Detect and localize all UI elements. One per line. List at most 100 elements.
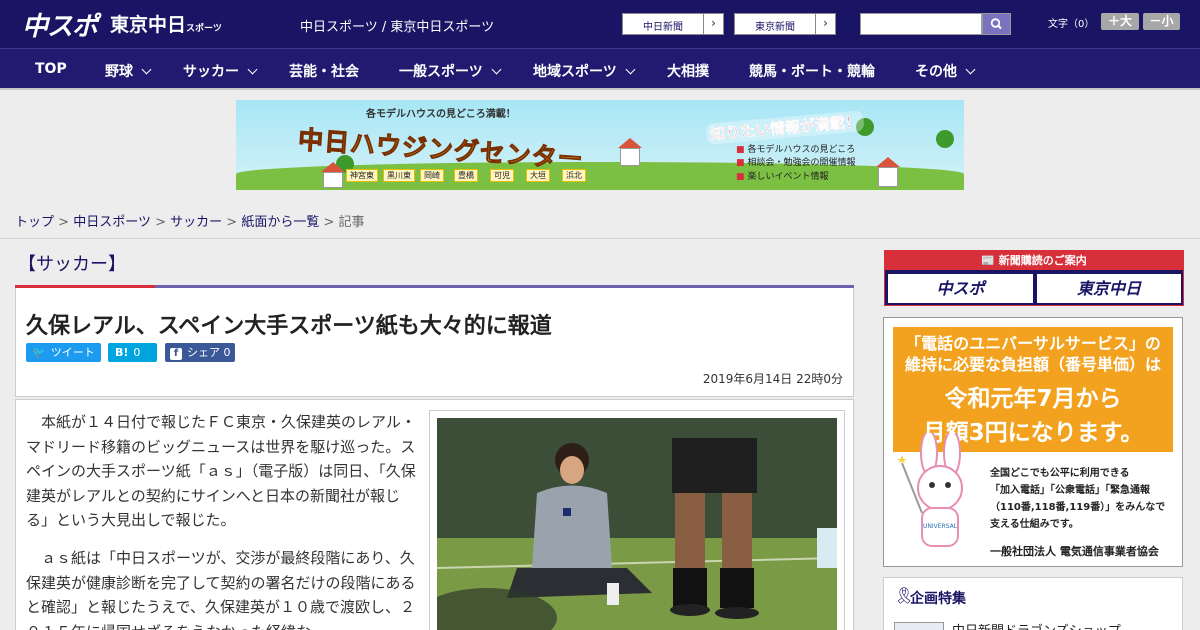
breadcrumb-soccer[interactable]: サッカー <box>170 215 222 230</box>
banner-city-tag: 大垣 <box>526 169 550 182</box>
chevron-down-icon <box>247 64 258 75</box>
breadcrumb-top[interactable]: トップ <box>15 215 54 230</box>
banner-tagline: 各モデルハウスの見どころ満載！ <box>366 109 516 120</box>
nav-item-label: その他 <box>915 64 957 80</box>
svg-text:UNIVERSAL: UNIVERSAL <box>923 523 958 530</box>
breadcrumb-chunichi-sports[interactable]: 中日スポーツ <box>73 215 151 230</box>
feature-item-link[interactable]: 中日新聞ドラゴンズショップ <box>952 620 1121 630</box>
chevron-right-icon: › <box>815 14 835 34</box>
search-input[interactable] <box>860 13 982 35</box>
nav-item-label: 芸能・社会 <box>289 64 359 80</box>
ad-organization: 一般社団法人 電気通信事業者協会 <box>990 545 1159 558</box>
facebook-share-button[interactable]: f シェア 0 <box>165 343 235 362</box>
subscription-head: 📰 新聞購読のご案内 <box>885 251 1183 270</box>
breadcrumb-print-list[interactable]: 紙面から一覧 <box>241 215 319 230</box>
font-size-label: 文字（0） <box>1048 19 1095 30</box>
publish-date: 2019年6月14日 22時0分 <box>702 372 843 386</box>
article-title: 久保レアル、スペイン大手スポーツ紙も大々的に報道 <box>26 314 552 339</box>
article-paragraph: ａｓ紙は「中日スポーツが、交渉が最終段階にあり、久保建英が健康診断を完了して契約… <box>26 549 416 630</box>
tokyo-chunichi-logo-small: スポーツ <box>186 24 222 34</box>
housing-center-banner[interactable]: 各モデルハウスの見どころ満載！ 中日ハウジングセンター 知りたい情報が満載！ 各… <box>236 100 964 190</box>
article-photo-frame[interactable] <box>429 410 845 630</box>
chevron-down-icon <box>625 64 636 75</box>
facebook-share-label: シェア <box>187 346 220 359</box>
ad-big-line-1: 令和元年7月から <box>944 386 1122 412</box>
facebook-icon: f <box>170 348 182 360</box>
tweet-label: ツイート <box>50 346 95 359</box>
nav-item-other[interactable]: その他 <box>915 61 976 81</box>
twitter-icon: 🐦 <box>32 346 46 359</box>
ad-small-text: 「加入電話」「公衆電話」「緊急通報 <box>990 485 1150 496</box>
nav-item-label: サッカー <box>183 64 239 80</box>
breadcrumb-separator: > <box>323 215 335 230</box>
search-icon <box>990 18 1002 30</box>
ad-small-text: 支える仕組みです。 <box>990 519 1079 530</box>
nav-item-local-sports[interactable]: 地域スポーツ <box>533 61 636 81</box>
breadcrumb-divider <box>0 238 1200 239</box>
search-button[interactable] <box>982 13 1011 35</box>
font-smaller-button[interactable]: －小 <box>1143 13 1180 30</box>
chevron-down-icon <box>965 64 976 75</box>
nav-item-top[interactable]: TOP <box>35 61 67 77</box>
rabbit-mascot-icon: UNIVERSAL <box>897 433 963 547</box>
feature-title: 企画特集 <box>910 591 966 607</box>
subscription-head-label: 新聞購読のご案内 <box>998 254 1087 267</box>
breadcrumb-separator: > <box>155 215 166 230</box>
banner-city-tag: 浜北 <box>562 169 586 182</box>
chuspo-logo[interactable]: 中スポ <box>22 6 98 43</box>
house-roof-graphic <box>321 162 345 172</box>
banner-city-tag: 可児 <box>490 169 514 182</box>
chevron-down-icon <box>491 64 502 75</box>
nav-item-label: 大相撲 <box>667 64 709 80</box>
banner-info-item: 各モデルハウスの見どころ <box>736 142 856 155</box>
newspaper-icon: 📰 <box>981 254 995 267</box>
tokyo-chunichi-logo-text: 東京中日 <box>110 14 187 36</box>
chunichi-shimbun-link[interactable]: 中日新聞 › <box>622 13 724 35</box>
nav-item-label: 競馬・ボート・競輪 <box>749 64 875 80</box>
hatena-button[interactable]: B! 0 <box>108 343 157 362</box>
nav-item-label: 野球 <box>105 64 133 80</box>
hatena-icon: B! <box>115 346 129 359</box>
nav-item-soccer[interactable]: サッカー <box>183 61 258 81</box>
subscription-box: 📰 新聞購読のご案内 中スポ 東京中日 <box>884 250 1184 306</box>
banner-right-title: 知りたい情報が満載！ <box>705 110 865 145</box>
banner-info-item: 楽しいイベント情報 <box>736 169 829 182</box>
nav-divider <box>0 88 1200 90</box>
main-nav: TOP 野球 サッカー 芸能・社会 一般スポーツ 地域スポーツ 大相撲 競馬・ボ… <box>0 48 1200 88</box>
banner-city-tag: 豊橋 <box>454 169 478 182</box>
nav-item-label: 一般スポーツ <box>399 64 483 80</box>
tokyo-shimbun-link[interactable]: 東京新聞 › <box>734 13 836 35</box>
banner-city-tag: 岡崎 <box>420 169 444 182</box>
site-names: 中日スポーツ / 東京中日スポーツ <box>300 20 495 35</box>
house-roof-graphic <box>618 138 642 148</box>
chevron-right-icon: › <box>703 14 723 34</box>
house-graphic <box>620 148 640 166</box>
banner-city-tag: 黒川東 <box>383 169 415 182</box>
article-body: 本紙が１４日付で報じたＦＣ東京・久保建英のレアル・マドリード移籍のビッグニュース… <box>15 399 854 630</box>
article-header: 久保レアル、スペイン大手スポーツ紙も大々的に報道 🐦 ツイート B! 0 f シェア … <box>15 288 854 397</box>
subscribe-chuspo-button[interactable]: 中スポ <box>888 274 1033 303</box>
subscribe-tokyo-chunichi-button[interactable]: 東京中日 <box>1037 274 1181 303</box>
nav-item-sumo[interactable]: 大相撲 <box>667 61 709 81</box>
top-header: 中スポ 東京中日スポーツ 中日スポーツ / 東京中日スポーツ 中日新聞 › 東京… <box>0 0 1200 48</box>
nav-item-baseball[interactable]: 野球 <box>105 61 152 81</box>
feature-item-thumb <box>894 622 944 630</box>
ad-headline-2: 維持に必要な負担額（番号単価）は <box>904 355 1161 374</box>
font-larger-button[interactable]: ＋大 <box>1101 13 1139 30</box>
nav-item-label: 地域スポーツ <box>533 64 617 80</box>
tweet-button[interactable]: 🐦 ツイート <box>26 343 101 362</box>
nav-item-racing[interactable]: 競馬・ボート・競輪 <box>749 61 875 81</box>
nav-item-entertainment[interactable]: 芸能・社会 <box>289 61 359 81</box>
hatena-count: 0 <box>133 346 141 359</box>
tokyo-chunichi-logo[interactable]: 東京中日スポーツ <box>110 10 222 37</box>
ad-small-text: （110番,118番,119番）」をみんなで <box>990 502 1166 513</box>
house-graphic <box>323 172 343 188</box>
breadcrumb-current: 記事 <box>338 215 365 230</box>
universal-service-ad[interactable]: 「電話のユニバーサルサービス」の 維持に必要な負担額（番号単価）は 令和元年7月… <box>883 317 1183 567</box>
chunichi-shimbun-label: 中日新聞 <box>643 22 683 33</box>
house-roof-graphic <box>876 157 900 167</box>
nav-item-label: TOP <box>35 61 67 77</box>
feature-box: 🎗 企画特集 中日新聞ドラゴンズショップ <box>883 577 1183 630</box>
nav-item-general-sports[interactable]: 一般スポーツ <box>399 61 502 81</box>
tree-graphic <box>936 130 954 148</box>
